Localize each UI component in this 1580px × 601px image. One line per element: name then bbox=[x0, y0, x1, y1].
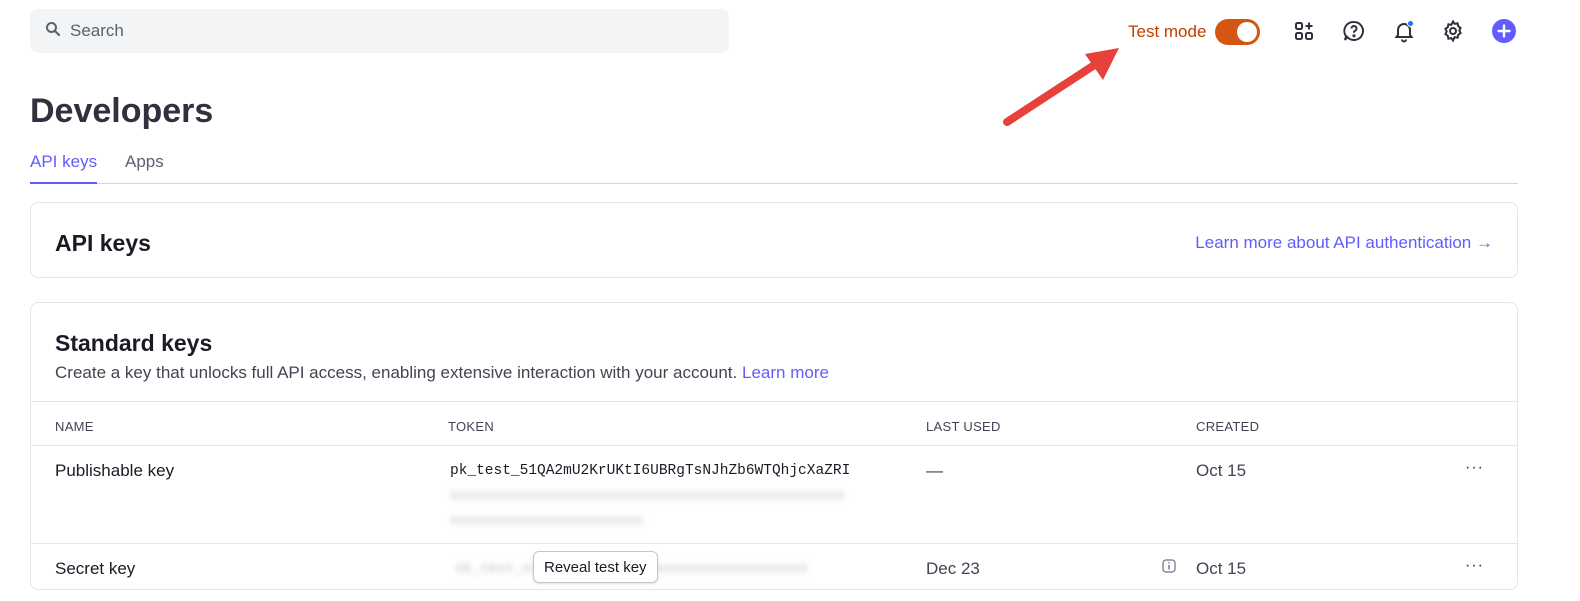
search-input[interactable] bbox=[70, 21, 670, 41]
help-icon[interactable] bbox=[1340, 17, 1368, 45]
standard-keys-description: Create a key that unlocks full API acces… bbox=[55, 363, 829, 383]
reveal-test-key-button[interactable]: Reveal test key bbox=[533, 551, 658, 583]
toggle-knob bbox=[1237, 22, 1258, 42]
row-more-options-icon[interactable]: ··· bbox=[1465, 459, 1484, 477]
learn-more-api-auth-link[interactable]: Learn more about API authentication → bbox=[1195, 233, 1493, 253]
publishable-token-continued: xxxxxxxxxxxxxxxxxxxxxxxxxxxxxxxxxxxxxxxx… bbox=[450, 488, 845, 504]
key-name-publishable: Publishable key bbox=[55, 461, 175, 480]
test-mode-control[interactable]: Test mode bbox=[1128, 14, 1261, 50]
test-mode-label: Test mode bbox=[1128, 22, 1207, 41]
column-header-created: CREATED bbox=[1196, 419, 1260, 434]
created-secret: Oct 15 bbox=[1196, 559, 1247, 578]
gear-icon[interactable] bbox=[1439, 17, 1467, 45]
api-keys-card: API keys Learn more about API authentica… bbox=[30, 202, 1518, 278]
tab-apps[interactable]: Apps bbox=[125, 152, 164, 182]
tab-api-keys[interactable]: API keys bbox=[30, 152, 98, 184]
bell-icon[interactable] bbox=[1390, 17, 1418, 45]
last-used-publishable: — bbox=[926, 461, 943, 480]
annotation-arrow-icon bbox=[1003, 48, 1119, 126]
description-text: Create a key that unlocks full API acces… bbox=[55, 363, 738, 382]
test-mode-toggle[interactable] bbox=[1215, 19, 1261, 45]
column-header-last-used: LAST USED bbox=[926, 419, 1001, 434]
table-divider bbox=[31, 445, 1517, 446]
last-used-secret: Dec 23 bbox=[926, 559, 980, 578]
search-bar[interactable] bbox=[30, 9, 729, 53]
column-header-token: TOKEN bbox=[448, 419, 495, 434]
standard-keys-card: Standard keys Create a key that unlocks … bbox=[30, 302, 1518, 590]
api-keys-heading: API keys bbox=[55, 230, 151, 256]
row-more-options-icon[interactable]: ··· bbox=[1465, 557, 1484, 575]
apps-add-icon[interactable] bbox=[1290, 17, 1318, 45]
publishable-token[interactable]: pk_test_51QA2mU2KrUKtI6UBRgTsNJhZb6WTQhj… bbox=[450, 463, 850, 479]
tab-bar: API keys Apps bbox=[30, 150, 1518, 184]
page-title: Developers bbox=[30, 92, 214, 130]
key-name-secret: Secret key bbox=[55, 559, 136, 578]
search-icon bbox=[44, 20, 62, 43]
standard-keys-heading: Standard keys bbox=[55, 330, 213, 356]
column-header-name: NAME bbox=[55, 419, 94, 434]
info-icon[interactable] bbox=[1162, 559, 1176, 573]
table-divider bbox=[31, 401, 1517, 402]
learn-more-link[interactable]: Learn more bbox=[742, 363, 829, 382]
table-divider bbox=[31, 543, 1517, 544]
created-publishable: Oct 15 bbox=[1196, 461, 1247, 480]
publishable-token-continued: xxxxxxxxxxxxxxxxxxxxxxx bbox=[450, 513, 644, 529]
plus-icon[interactable] bbox=[1490, 17, 1518, 45]
